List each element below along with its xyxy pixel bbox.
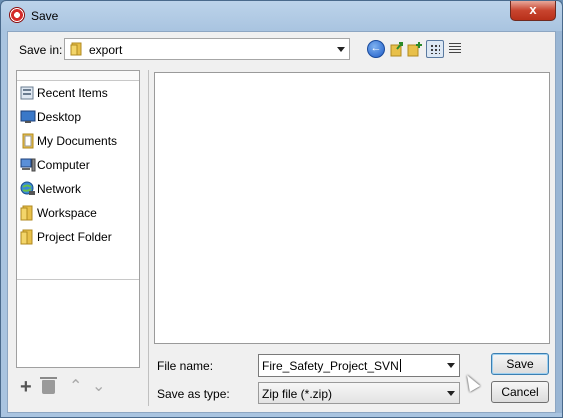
grid-icon bbox=[430, 44, 440, 54]
save-dialog: Save x Save in: export ← Recent Items De… bbox=[0, 0, 563, 418]
place-label: Recent Items bbox=[37, 86, 108, 100]
places-divider bbox=[17, 279, 139, 280]
save-as-type-select[interactable]: Zip file (*.zip) bbox=[258, 382, 460, 404]
save-button[interactable]: Save bbox=[491, 353, 549, 375]
place-label: Workspace bbox=[37, 206, 97, 220]
place-desktop[interactable]: Desktop bbox=[17, 105, 139, 129]
place-workspace[interactable]: Workspace bbox=[17, 201, 139, 225]
places-toolbar: + ⌃ ⌄ bbox=[18, 377, 128, 397]
places-header bbox=[17, 71, 139, 81]
place-project-folder[interactable]: Project Folder bbox=[17, 225, 139, 249]
place-network[interactable]: Network bbox=[17, 177, 139, 201]
app-logo-icon bbox=[9, 7, 25, 23]
place-my-documents[interactable]: My Documents bbox=[17, 129, 139, 153]
recent-items-icon bbox=[20, 85, 36, 104]
file-list[interactable] bbox=[154, 72, 550, 344]
cancel-button[interactable]: Cancel bbox=[491, 381, 549, 403]
save-in-combo[interactable]: export bbox=[64, 38, 350, 60]
folder-icon bbox=[20, 205, 36, 224]
place-computer[interactable]: Computer bbox=[17, 153, 139, 177]
title-bar[interactable]: Save x bbox=[1, 1, 562, 31]
computer-icon bbox=[20, 157, 36, 176]
details-view-icon[interactable] bbox=[447, 40, 465, 58]
place-label: My Documents bbox=[37, 134, 118, 148]
trash-icon[interactable] bbox=[40, 377, 57, 394]
place-recent-items[interactable]: Recent Items bbox=[17, 81, 139, 105]
move-up-icon[interactable]: ⌃ bbox=[69, 379, 82, 395]
window-edge bbox=[556, 31, 562, 413]
place-label: Project Folder bbox=[37, 230, 112, 244]
save-as-type-label: Save as type: bbox=[157, 387, 230, 401]
new-folder-icon[interactable] bbox=[406, 40, 424, 58]
folder-icon bbox=[70, 42, 84, 59]
dialog-body: Save in: export ← Recent Items Desktop M… bbox=[7, 31, 556, 413]
file-name-input[interactable]: Fire_Safety_Project_SVN bbox=[258, 354, 460, 377]
file-name-label: File name: bbox=[157, 359, 214, 373]
save-in-value: export bbox=[89, 43, 123, 57]
back-icon[interactable]: ← bbox=[367, 40, 385, 58]
place-label: Network bbox=[37, 182, 82, 196]
pane-splitter[interactable] bbox=[148, 70, 149, 406]
save-as-type-value: Zip file (*.zip) bbox=[262, 387, 333, 401]
place-label: Desktop bbox=[37, 110, 82, 124]
text-caret bbox=[399, 359, 401, 372]
up-folder-icon[interactable] bbox=[388, 40, 406, 58]
network-icon bbox=[20, 181, 36, 200]
chevron-down-icon[interactable] bbox=[337, 47, 345, 52]
chevron-down-icon[interactable] bbox=[447, 363, 455, 368]
add-place-icon[interactable]: + bbox=[20, 377, 32, 397]
folder-icon bbox=[20, 229, 36, 248]
places-sidebar: Recent Items Desktop My Documents Comput… bbox=[16, 70, 140, 368]
close-button[interactable]: x bbox=[510, 1, 556, 21]
place-label: Computer bbox=[37, 158, 90, 172]
chevron-down-icon[interactable] bbox=[447, 391, 455, 396]
list-view-icon[interactable] bbox=[426, 40, 444, 58]
save-in-label: Save in: bbox=[19, 43, 63, 57]
documents-icon bbox=[20, 133, 36, 152]
mouse-cursor-icon bbox=[461, 372, 481, 392]
lines-icon bbox=[449, 43, 461, 53]
window-title: Save bbox=[31, 9, 59, 23]
move-down-icon[interactable]: ⌄ bbox=[92, 379, 105, 395]
file-name-value: Fire_Safety_Project_SVN bbox=[262, 359, 399, 373]
desktop-icon bbox=[20, 109, 36, 128]
